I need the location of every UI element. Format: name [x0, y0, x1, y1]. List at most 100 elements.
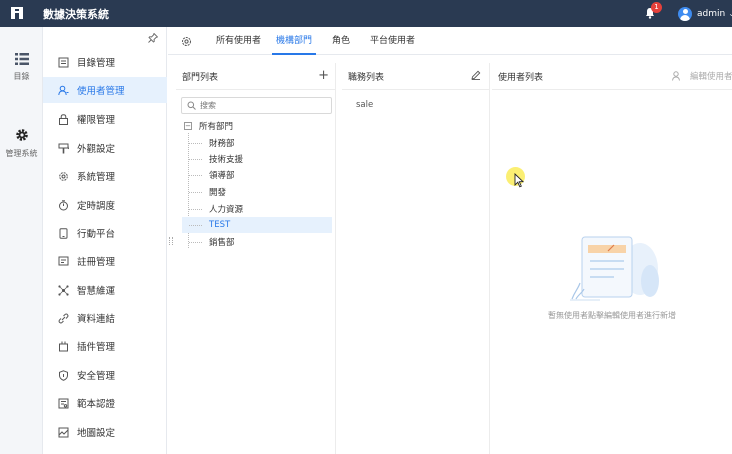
tab-all-users[interactable]: 所有使用者	[216, 27, 261, 55]
menu-item-system[interactable]: 系統管理	[43, 163, 167, 189]
tab-departments[interactable]: 機構部門	[272, 27, 316, 55]
user-list-panel-title: 使用者列表	[498, 73, 544, 83]
timer-icon	[59, 199, 68, 210]
edit-users-label: 編輯使用者	[690, 72, 732, 82]
left-rail: 目錄 管理系統	[0, 27, 43, 454]
user-list-panel-header: 使用者列表 編輯使用者	[492, 63, 732, 90]
duty-panel-title: 職務列表	[348, 73, 385, 83]
chevron-down-icon: ⌄	[728, 9, 732, 18]
menu-item-map[interactable]: 地圖設定	[43, 419, 167, 445]
user-list-panel: 使用者列表 編輯使用者 暫無使用者點擊編輯使用者進行新增	[492, 63, 732, 454]
tree-node[interactable]: 開發	[182, 184, 332, 200]
map-icon	[58, 427, 69, 437]
tab-platform-users[interactable]: 平台使用者	[370, 27, 415, 55]
menu-item-registration[interactable]: 註冊管理	[43, 248, 167, 274]
tree-node[interactable]: 領導部	[182, 167, 332, 183]
tree-node-selected[interactable]: TEST	[182, 217, 332, 233]
rail-item-management[interactable]: 管理系統	[0, 128, 43, 159]
edit-users-button[interactable]: 編輯使用者	[672, 70, 732, 82]
user-name: admin	[697, 8, 726, 19]
user-menu[interactable]: admin ⌄	[678, 6, 732, 21]
app-title: 數據決策系統	[43, 8, 109, 21]
tab-bar: 所有使用者 機構部門 角色 平台使用者	[168, 27, 732, 55]
menu-item-label: 定時調度	[77, 201, 116, 212]
menu-item-label: 外觀設定	[77, 144, 116, 155]
tree-node-label: 領導部	[209, 171, 235, 181]
brush-icon	[58, 143, 69, 153]
tree-node-label: 財務部	[209, 139, 235, 149]
menu-item-label: 註冊管理	[77, 257, 116, 268]
notification-badge: 1	[651, 2, 662, 13]
menu-item-label: 目錄管理	[77, 58, 116, 69]
menu-item-label: 行動平台	[77, 229, 116, 240]
menu-item-label: 資料連結	[77, 314, 116, 325]
menu-item-mobile[interactable]: 行動平台	[43, 220, 167, 246]
duty-panel-header: 職務列表	[342, 63, 489, 90]
tree-node[interactable]: 銷售部	[182, 234, 332, 250]
department-panel-header: 部門列表 +	[176, 63, 335, 90]
menu-item-security[interactable]: 安全管理	[43, 362, 167, 388]
avatar	[678, 6, 692, 21]
rail-label-management: 管理系統	[5, 149, 38, 158]
plugin-icon	[59, 341, 68, 351]
edit-icon[interactable]	[471, 70, 481, 80]
user-edit-icon	[672, 71, 680, 81]
menu-item-appearance[interactable]: 外觀設定	[43, 135, 167, 161]
link-icon	[58, 313, 69, 323]
lock-icon	[59, 113, 68, 125]
certificate-icon	[58, 398, 69, 408]
menu-item-label: 地圖設定	[77, 428, 116, 439]
menu-item-schedule[interactable]: 定時調度	[43, 192, 167, 218]
mouse-cursor-icon	[514, 173, 524, 188]
user-icon	[58, 85, 69, 95]
menu-item-label: 智慧維運	[77, 286, 116, 297]
gear-icon	[15, 129, 28, 141]
pin-icon[interactable]	[148, 33, 158, 43]
empty-state-text: 暫無使用者點擊編輯使用者進行新增	[548, 311, 676, 320]
tree-root[interactable]: − 所有部門	[184, 120, 233, 132]
tree-node[interactable]: 財務部	[182, 135, 332, 151]
department-search[interactable]	[181, 97, 332, 114]
shield-icon	[59, 369, 68, 381]
duty-panel: 職務列表 sale	[342, 63, 490, 454]
menu-item-label: 使用者管理	[77, 86, 125, 97]
menu-item-users[interactable]: 使用者管理	[43, 77, 167, 103]
department-panel: 部門列表 + − 所有部門 財務部 技術支援 領導部 開發 人力資源 TEST …	[176, 63, 336, 454]
menu-item-plugins[interactable]: 插件管理	[43, 333, 167, 359]
department-panel-title: 部門列表	[182, 73, 219, 83]
add-department-icon[interactable]: +	[318, 69, 329, 83]
tree-root-label: 所有部門	[199, 122, 234, 132]
menu-item-label: 系統管理	[77, 172, 116, 183]
book-icon	[58, 57, 69, 67]
menu-item-permissions[interactable]: 權限管理	[43, 106, 167, 132]
empty-state-illustration	[570, 236, 659, 301]
tree-node[interactable]: 技術支援	[182, 151, 332, 167]
tree-node-label: 銷售部	[209, 238, 235, 248]
list-icon	[14, 53, 29, 65]
rail-item-catalog[interactable]: 目錄	[0, 53, 43, 82]
network-icon	[58, 284, 69, 296]
collapse-icon[interactable]: −	[184, 122, 192, 130]
tree-node[interactable]: 人力資源	[182, 201, 332, 217]
mobile-icon	[59, 227, 68, 239]
rail-label-catalog: 目錄	[13, 72, 30, 81]
gear-icon	[59, 171, 68, 181]
menu-item-label: 權限管理	[77, 115, 116, 126]
search-input[interactable]	[200, 99, 328, 112]
menu-item-template-certification[interactable]: 範本認證	[43, 390, 167, 416]
resize-handle[interactable]	[169, 237, 173, 245]
gear-icon[interactable]	[181, 36, 192, 47]
menu-sidebar: 目錄管理 使用者管理 權限管理 外觀設定 系統管理 定時調度 行動平台 註冊管理…	[43, 27, 167, 454]
tree-node-label: TEST	[209, 220, 231, 230]
menu-item-catalog[interactable]: 目錄管理	[43, 49, 167, 75]
menu-item-data-link[interactable]: 資料連結	[43, 305, 167, 331]
app-logo-icon	[11, 7, 23, 19]
register-icon	[58, 256, 69, 265]
menu-item-label: 插件管理	[77, 342, 116, 353]
tree-node-label: 開發	[209, 188, 227, 198]
tab-roles[interactable]: 角色	[332, 27, 350, 55]
duty-item[interactable]: sale	[356, 100, 373, 110]
menu-item-operations[interactable]: 智慧維運	[43, 277, 167, 303]
tree-node-label: 人力資源	[209, 205, 244, 215]
tree-node-label: 技術支援	[209, 155, 244, 165]
